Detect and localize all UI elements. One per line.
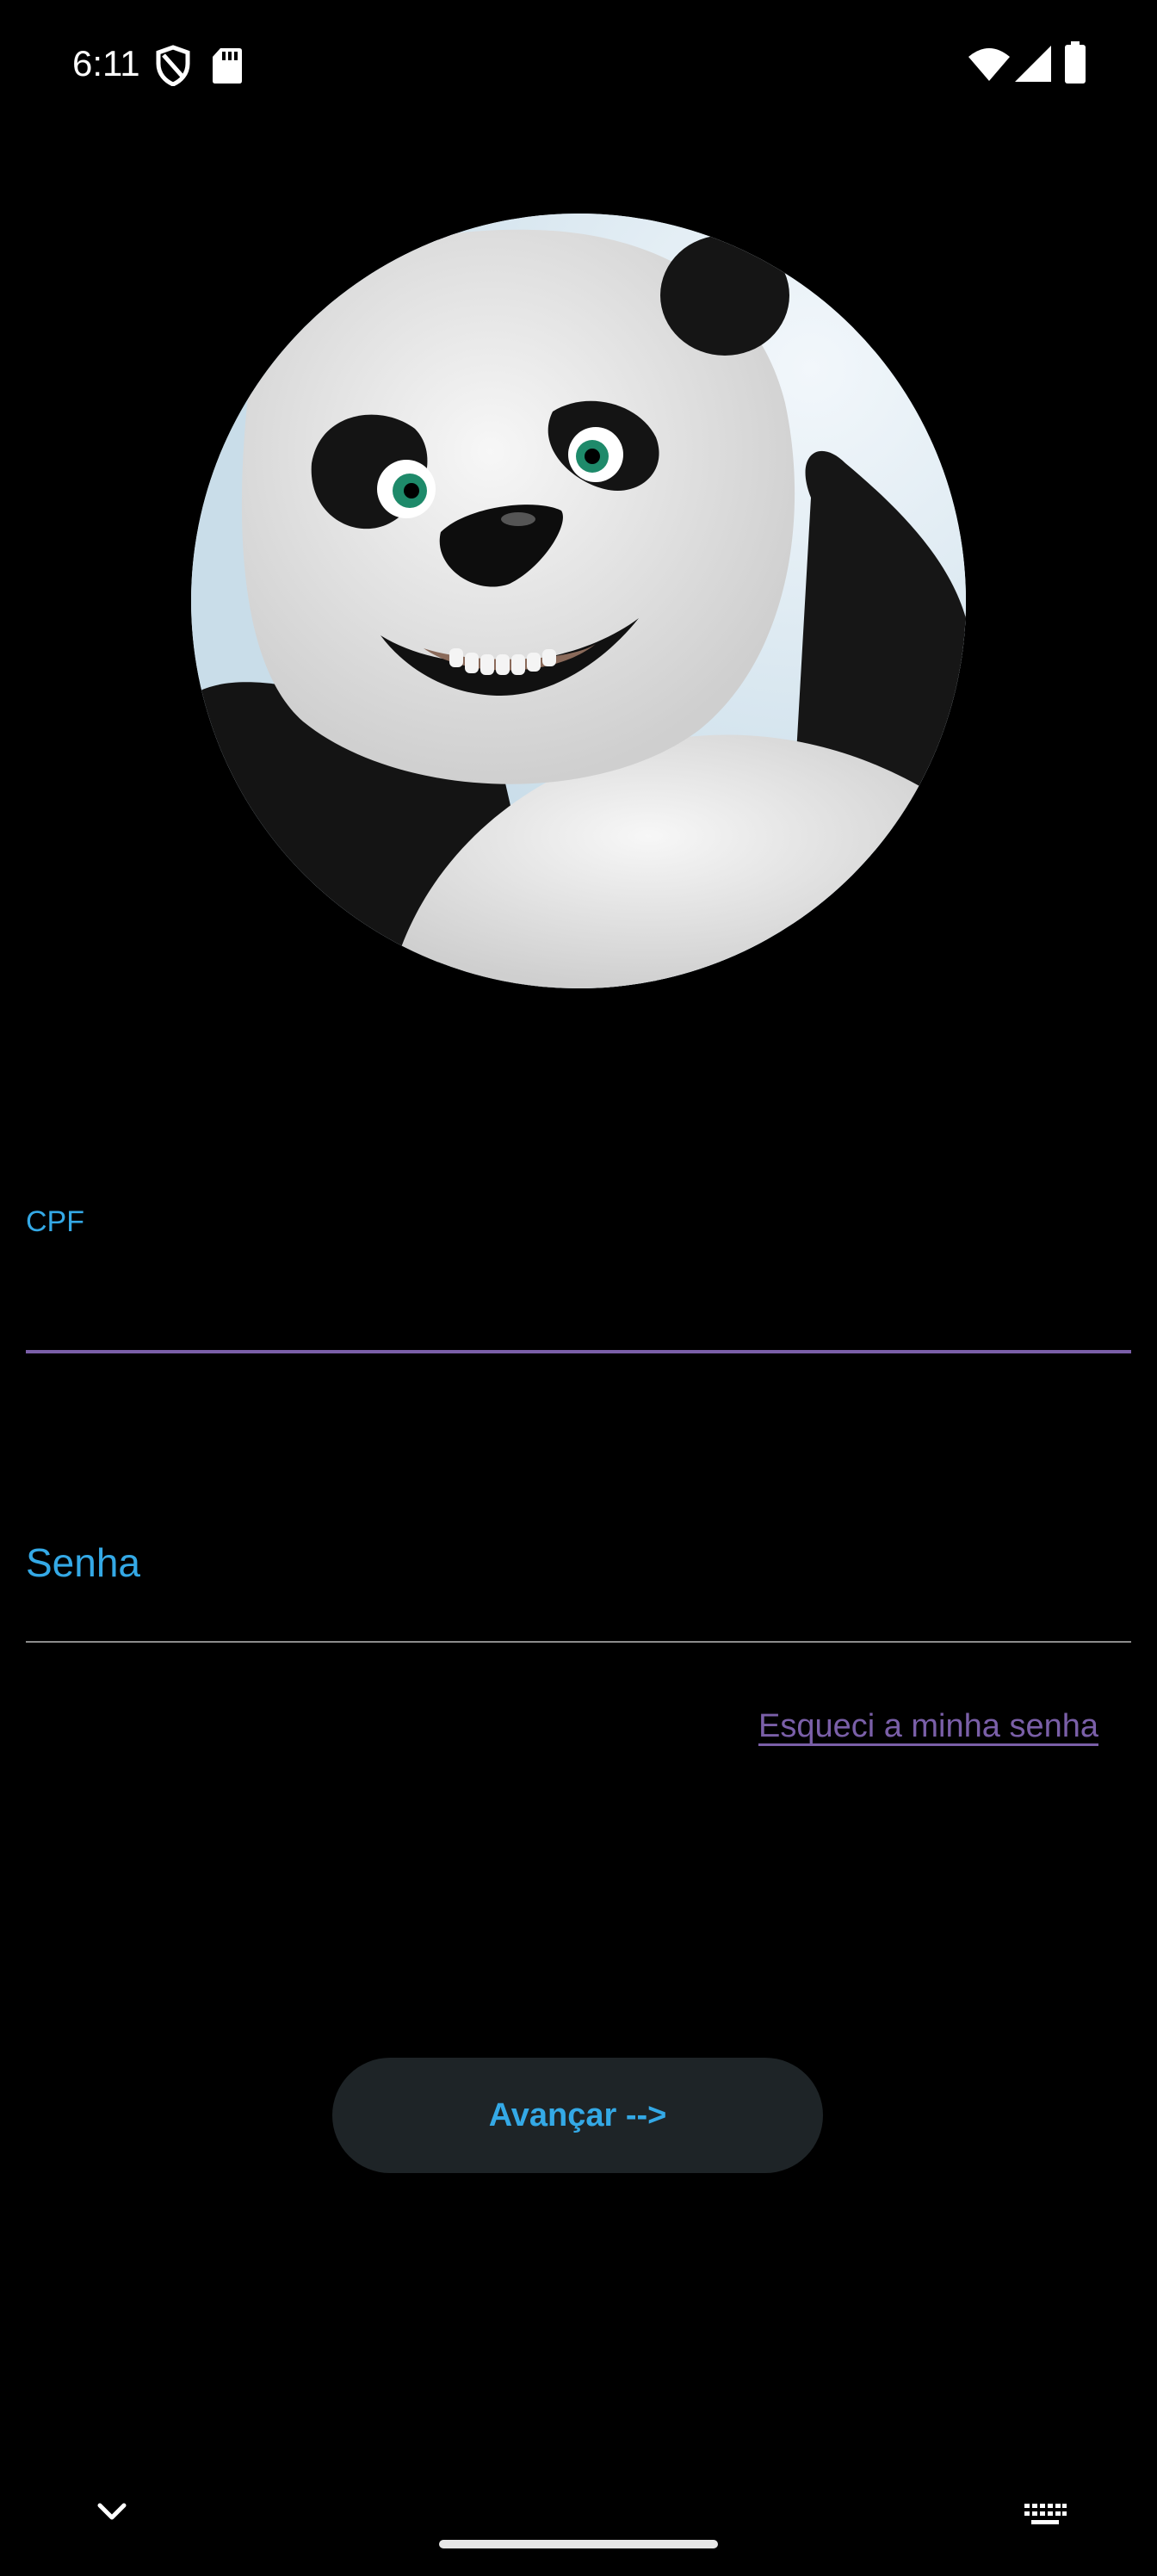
submit-button[interactable]: Avançar -->: [332, 2058, 823, 2173]
panda-illustration: [191, 214, 966, 988]
cpf-field[interactable]: CPF: [26, 1205, 1131, 1356]
battery-icon: [1065, 41, 1086, 84]
wifi-icon: [968, 48, 1010, 81]
signal-icon: [1015, 46, 1051, 82]
chevron-down-icon[interactable]: [95, 2499, 129, 2526]
senha-underline: [26, 1641, 1131, 1643]
status-time: 6:11: [72, 43, 140, 84]
status-bar: 6:11: [0, 0, 1157, 129]
sd-card-icon: [213, 48, 242, 84]
senha-input[interactable]: [26, 1533, 1131, 1601]
cpf-input[interactable]: [26, 1257, 1131, 1326]
cpf-label: CPF: [26, 1205, 84, 1238]
shield-icon: [156, 45, 190, 86]
panda-avatar: [191, 214, 966, 988]
forgot-password-link[interactable]: Esqueci a minha senha: [758, 1708, 1098, 1745]
cpf-underline: [26, 1350, 1131, 1353]
senha-field[interactable]: Senha: [26, 1524, 1131, 1644]
keyboard-icon[interactable]: [1023, 2502, 1067, 2528]
home-indicator[interactable]: [439, 2540, 718, 2548]
